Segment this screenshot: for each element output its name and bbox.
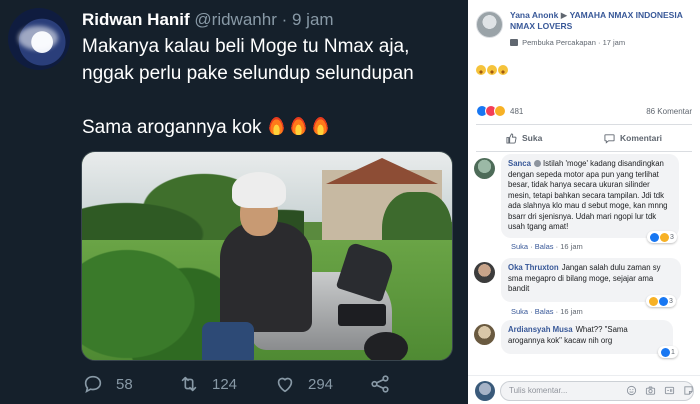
share-button[interactable]	[369, 372, 403, 396]
comment-time[interactable]: 16 jam	[560, 307, 583, 316]
tweet-timestamp[interactable]: 9 jam	[292, 10, 334, 29]
commenter-name[interactable]: Sanca	[508, 159, 531, 168]
tweet-text-line-2: nggak perlu pake selundup selundupan	[82, 63, 414, 84]
comment-bubble: Sanca Istilah 'moge' kadang disandingkan …	[501, 154, 679, 238]
like-button[interactable]: Suka	[506, 127, 542, 149]
post-header: Yana Anonk ▶ YAMAHA NMAX INDONESIA NMAX …	[468, 0, 700, 48]
comment-composer: Tulis komentar...	[468, 375, 700, 404]
tweet-header: Ridwan Hanif @ridwanhr · 9 jam	[82, 9, 334, 31]
post-author-line: Yana Anonk ▶ YAMAHA NMAX INDONESIA NMAX …	[510, 10, 698, 32]
composer-icons	[626, 385, 694, 396]
like-button[interactable]: 294	[274, 372, 333, 396]
like-reaction-icon	[659, 296, 668, 306]
reply-icon	[84, 375, 102, 393]
comment-footer: Suka · Balas · 16 jam	[511, 242, 583, 251]
rider-shape	[220, 222, 312, 332]
retweet-icon	[181, 376, 197, 392]
comment-reactions[interactable]: 1	[658, 346, 678, 358]
helmet-shape	[232, 172, 286, 208]
badge-icon	[533, 160, 541, 167]
divider	[476, 124, 692, 125]
arrow-icon: ▶	[560, 10, 568, 20]
commenter-avatar[interactable]	[474, 158, 495, 179]
reaction-count[interactable]: 481	[510, 107, 523, 116]
comment-reactions[interactable]: 3	[646, 295, 676, 307]
post-actions: Suka Komentari	[476, 127, 692, 149]
grinning-face-emoji	[498, 65, 508, 75]
commenter-avatar[interactable]	[474, 262, 495, 283]
fire-icon	[290, 117, 306, 135]
comment-button[interactable]: Komentari	[604, 127, 662, 149]
reply-count: 58	[116, 375, 133, 393]
comment-count[interactable]: 86 Komentar	[646, 107, 692, 116]
tweet-text: Makanya kalau beli Moge tu Nmax aja, ngg…	[82, 33, 462, 141]
gif-icon[interactable]	[664, 385, 675, 396]
post-meta: Pembuka Percakapan · 17 jam	[510, 38, 625, 47]
share-icon	[371, 375, 389, 393]
comment-like-link[interactable]: Suka	[511, 307, 528, 316]
like-reaction-icon	[650, 232, 659, 242]
tweet-author-avatar[interactable]	[8, 8, 70, 70]
tweet-author-handle[interactable]: @ridwanhr	[194, 10, 276, 29]
retweet-count: 124	[212, 375, 238, 393]
comment-icon	[604, 133, 615, 144]
comment: Sanca Istilah 'moge' kadang disandingkan …	[474, 154, 696, 254]
haha-reaction-icon[interactable]	[494, 105, 506, 117]
tweet-card: Ridwan Hanif @ridwanhr · 9 jam Makanya k…	[0, 0, 468, 404]
reply-button[interactable]: 58	[82, 372, 133, 396]
thumbs-up-icon	[506, 132, 517, 144]
tweet-actions: 58 124 294	[82, 372, 462, 396]
comment-button-label: Komentari	[620, 133, 663, 143]
post-body	[476, 62, 509, 77]
conversation-starter-icon	[510, 39, 518, 46]
retweet-button[interactable]: 124	[178, 372, 237, 396]
fire-icon	[268, 117, 284, 135]
fire-icon	[312, 117, 328, 135]
tweet-time-separator: ·	[281, 10, 288, 29]
divider	[476, 151, 692, 152]
commenter-avatar[interactable]	[474, 324, 495, 345]
tweet-photo[interactable]	[81, 151, 453, 361]
facebook-post: Yana Anonk ▶ YAMAHA NMAX INDONESIA NMAX …	[468, 0, 700, 404]
commenter-name[interactable]: Ardiansyah Musa	[508, 325, 573, 334]
my-avatar[interactable]	[475, 381, 495, 401]
comment-footer: Suka · Balas · 16 jam	[511, 307, 583, 316]
comment-reactions[interactable]: 3	[647, 231, 677, 243]
sticker-icon[interactable]	[683, 385, 694, 396]
tweet-text-line-3: Sama arogannya kok	[82, 114, 462, 141]
camera-icon[interactable]	[645, 385, 656, 396]
author-name[interactable]: Yana Anonk	[510, 10, 558, 20]
comment-reaction-count: 3	[670, 233, 674, 241]
comment-reaction-count: 1	[671, 348, 675, 356]
tweet-text-line-1: Makanya kalau beli Moge tu Nmax aja,	[82, 36, 410, 57]
comment-reply-link[interactable]: Balas	[535, 242, 554, 251]
like-reaction-icon	[661, 347, 670, 357]
post-type-badge: Pembuka Percakapan	[522, 38, 596, 47]
tweet-author-name[interactable]: Ridwan Hanif	[82, 10, 190, 29]
commenter-name[interactable]: Oka Thruxton	[508, 263, 559, 272]
tweet-text-line-3-text: Sama arogannya kok	[82, 117, 262, 138]
haha-reaction-icon	[649, 296, 658, 306]
comment-time[interactable]: 16 jam	[560, 242, 583, 251]
grinning-face-emoji	[487, 65, 497, 75]
like-button-label: Suka	[522, 133, 543, 143]
haha-reaction-icon	[660, 232, 669, 242]
smiley-icon[interactable]	[626, 385, 637, 396]
like-count: 294	[308, 375, 334, 393]
post-stats: 481 86 Komentar	[476, 103, 692, 119]
comment-text: Istilah 'moge' kadang disandingkan denga…	[508, 159, 668, 231]
comment-bubble: Ardiansyah Musa What?? "Sama arogannya ko…	[501, 320, 673, 354]
comment-reply-link[interactable]: Balas	[535, 307, 554, 316]
author-avatar[interactable]	[476, 11, 503, 38]
grinning-face-emoji	[476, 65, 486, 75]
comment-reaction-count: 3	[669, 297, 673, 305]
post-time[interactable]: 17 jam	[603, 38, 626, 47]
heart-icon	[277, 377, 293, 393]
comment-like-link[interactable]: Suka	[511, 242, 528, 251]
